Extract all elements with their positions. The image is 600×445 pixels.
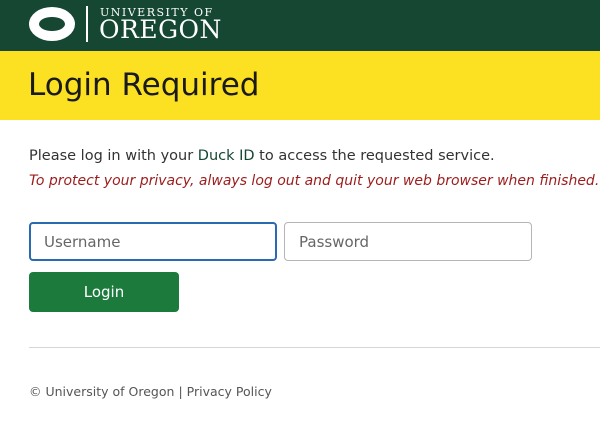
duck-id-link[interactable]: Duck ID [198,148,255,164]
login-button[interactable]: Login [29,272,179,312]
logo-oregon-text: OREGON [99,15,222,44]
privacy-notice: To protect your privacy, always log out … [29,173,600,189]
logo-divider [86,6,88,42]
footer: © University of Oregon | Privacy Policy [29,384,272,399]
username-input[interactable] [29,222,277,261]
password-input[interactable] [284,222,532,261]
intro-text-before: Please log in with your [29,148,198,164]
intro-text: Please log in with your Duck ID to acces… [29,148,495,164]
intro-text-after: to access the requested service. [254,148,495,164]
footer-divider [29,347,600,348]
top-header: UNIVERSITY OF OREGON [0,0,600,51]
copyright-text: © University of Oregon [29,384,175,399]
page-title: Login Required [28,67,260,103]
uo-o-logo-icon[interactable] [29,7,75,41]
footer-separator: | [178,384,183,399]
privacy-policy-link[interactable]: Privacy Policy [187,384,272,399]
